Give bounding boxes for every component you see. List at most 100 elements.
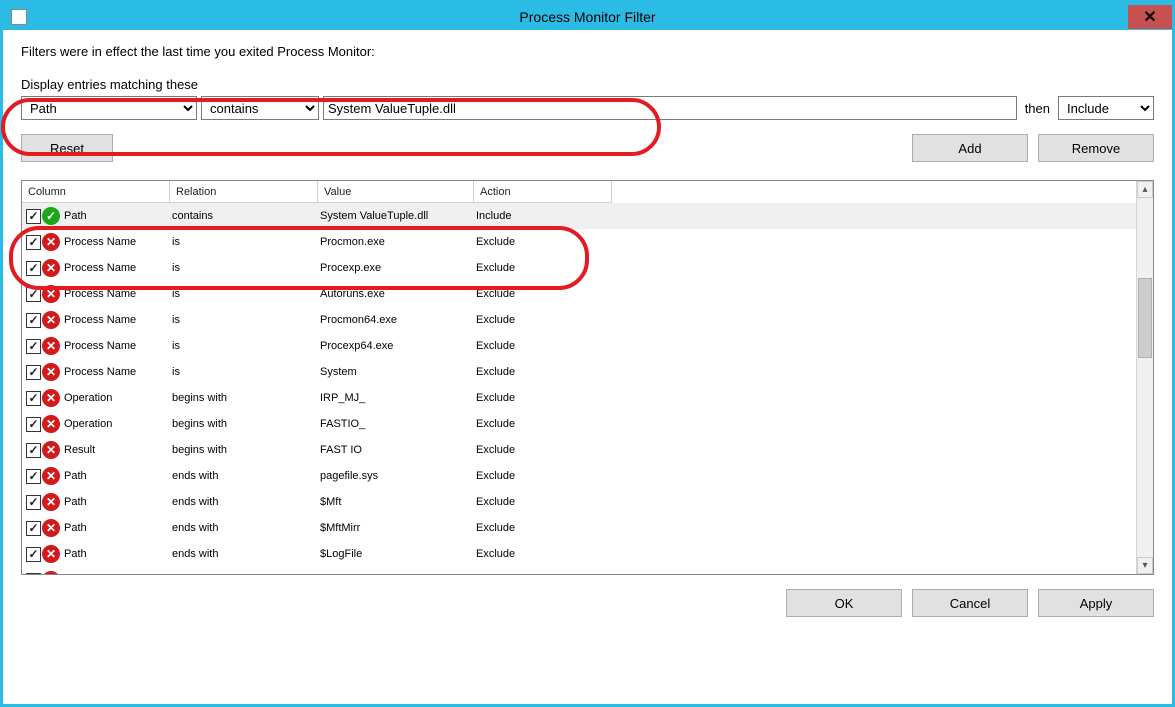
table-row[interactable]: ✓✕Process NameisProcmon64.exeExclude [22,307,1136,333]
cell-action: Exclude [476,522,614,534]
row-checkbox[interactable]: ✓ [26,573,41,575]
row-checkbox[interactable]: ✓ [26,391,41,406]
exclude-icon: ✕ [42,259,60,277]
cell-action: Exclude [476,470,614,482]
row-checkbox[interactable]: ✓ [26,235,41,250]
row-checkbox[interactable]: ✓ [26,339,41,354]
exclude-icon: ✕ [42,285,60,303]
reset-button[interactable]: Reset [21,134,113,162]
row-checkbox[interactable]: ✓ [26,313,41,328]
scrollbar[interactable]: ▴ ▾ [1136,181,1153,574]
cell-action: Exclude [476,236,614,248]
row-checkbox[interactable]: ✓ [26,209,41,224]
table-row[interactable]: ✓✕Operationbegins withFASTIO_Exclude [22,411,1136,437]
exclude-icon: ✕ [42,389,60,407]
intro-text: Filters were in effect the last time you… [21,44,1154,59]
remove-button[interactable]: Remove [1038,134,1154,162]
table-row[interactable]: ✓✕Process NameisSystemExclude [22,359,1136,385]
cell-action: Exclude [476,288,614,300]
then-label: then [1025,101,1050,116]
action-select[interactable]: Include [1058,96,1154,120]
cell-relation: ends with [172,496,320,508]
cancel-button[interactable]: Cancel [912,589,1028,617]
cell-value: $LogFile [320,548,476,560]
scroll-thumb[interactable] [1138,278,1152,358]
cell-value: Procmon.exe [320,236,476,248]
row-checkbox[interactable]: ✓ [26,287,41,302]
exclude-icon: ✕ [42,337,60,355]
filter-row: Path contains then Include [21,96,1154,120]
exclude-icon: ✕ [42,571,60,574]
cell-relation: contains [172,210,320,222]
window-title: Process Monitor Filter [3,9,1172,25]
scroll-track[interactable] [1137,198,1153,557]
cell-action: Exclude [476,262,614,274]
criteria-label: Display entries matching these [21,77,1154,92]
row-checkbox[interactable]: ✓ [26,443,41,458]
table-row[interactable]: ✓✕Pathends withpagefile.sysExclude [22,463,1136,489]
header-column[interactable]: Column [22,181,170,203]
relation-select[interactable]: contains [201,96,319,120]
cell-value: $Mft [320,496,476,508]
table-row[interactable]: ✓✕Pathends with$VolumeExclude [22,567,1136,574]
cell-value: $MftMirr [320,522,476,534]
table-row[interactable]: ✓✕Operationbegins withIRP_MJ_Exclude [22,385,1136,411]
row-checkbox[interactable]: ✓ [26,261,41,276]
cell-value: Procmon64.exe [320,314,476,326]
cell-relation: is [172,366,320,378]
scroll-down-icon[interactable]: ▾ [1137,557,1153,574]
row-checkbox[interactable]: ✓ [26,495,41,510]
apply-button[interactable]: Apply [1038,589,1154,617]
cell-value: FAST IO [320,444,476,456]
row-checkbox[interactable]: ✓ [26,417,41,432]
list-header: Column Relation Value Action [22,181,1136,203]
table-row[interactable]: ✓✕Process NameisProcmon.exeExclude [22,229,1136,255]
cell-relation: ends with [172,470,320,482]
table-row[interactable]: ✓✓PathcontainsSystem ValueTuple.dllInclu… [22,203,1136,229]
cell-column: Operation [64,392,172,404]
cell-value: System ValueTuple.dll [320,210,476,222]
cell-action: Exclude [476,314,614,326]
table-row[interactable]: ✓✕Resultbegins withFAST IOExclude [22,437,1136,463]
table-row[interactable]: ✓✕Process NameisAutoruns.exeExclude [22,281,1136,307]
cell-column: Process Name [64,236,172,248]
cell-action: Exclude [476,366,614,378]
ok-button[interactable]: OK [786,589,902,617]
cell-relation: ends with [172,522,320,534]
cell-action: Exclude [476,548,614,560]
table-row[interactable]: ✓✕Process NameisProcexp64.exeExclude [22,333,1136,359]
cell-value: pagefile.sys [320,470,476,482]
header-value[interactable]: Value [318,181,474,203]
header-relation[interactable]: Relation [170,181,318,203]
cell-relation: ends with [172,548,320,560]
table-row[interactable]: ✓✕Pathends with$MftMirrExclude [22,515,1136,541]
row-checkbox[interactable]: ✓ [26,469,41,484]
add-button[interactable]: Add [912,134,1028,162]
close-button[interactable]: ✕ [1128,5,1172,29]
row-checkbox[interactable]: ✓ [26,365,41,380]
column-select[interactable]: Path [21,96,197,120]
table-row[interactable]: ✓✕Pathends with$LogFileExclude [22,541,1136,567]
cell-column: Path [64,496,172,508]
cell-action: Exclude [476,340,614,352]
row-checkbox[interactable]: ✓ [26,547,41,562]
cell-column: Process Name [64,262,172,274]
cell-value: Autoruns.exe [320,288,476,300]
cell-action: Exclude [476,496,614,508]
table-row[interactable]: ✓✕Pathends with$MftExclude [22,489,1136,515]
header-action[interactable]: Action [474,181,612,203]
cell-action: Exclude [476,444,614,456]
cell-column: Path [64,522,172,534]
app-icon [11,9,27,25]
cell-action: Exclude [476,418,614,430]
cell-column: Path [64,210,172,222]
scroll-up-icon[interactable]: ▴ [1137,181,1153,198]
value-input[interactable] [323,96,1017,120]
row-checkbox[interactable]: ✓ [26,521,41,536]
exclude-icon: ✕ [42,415,60,433]
cell-relation: is [172,314,320,326]
cell-relation: begins with [172,444,320,456]
cell-value: Procexp64.exe [320,340,476,352]
table-row[interactable]: ✓✕Process NameisProcexp.exeExclude [22,255,1136,281]
cell-action: Exclude [476,392,614,404]
